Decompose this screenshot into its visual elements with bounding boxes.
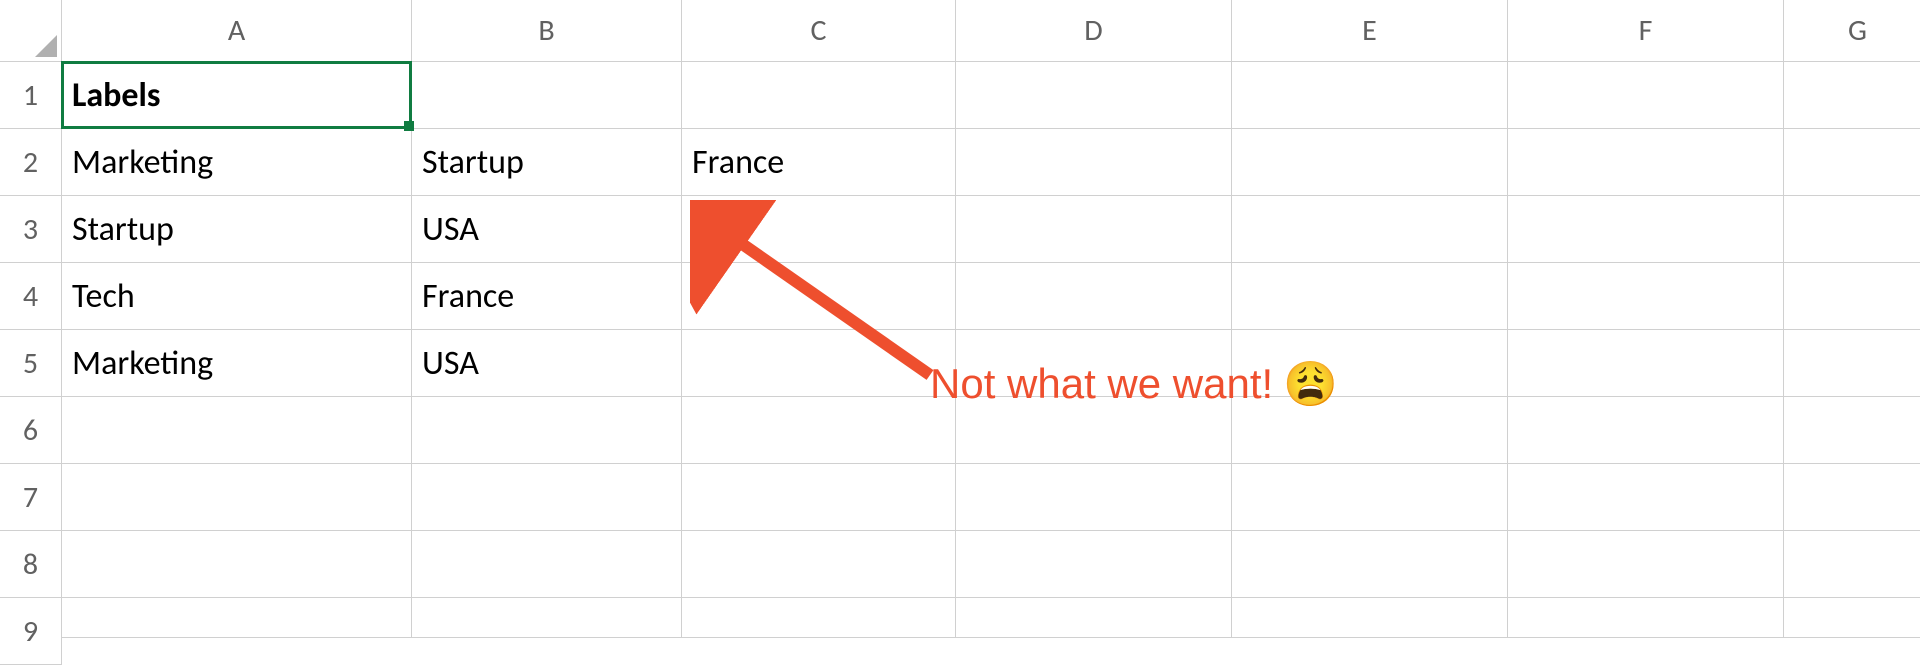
cell-e2[interactable] — [1232, 129, 1508, 196]
column-header-c[interactable]: C — [682, 0, 956, 62]
table-row: Startup USA — [62, 196, 1920, 263]
cell-d9[interactable] — [956, 598, 1232, 638]
cell-b1[interactable] — [412, 62, 682, 129]
cell-a7[interactable] — [62, 464, 412, 531]
cell-b4[interactable]: France — [412, 263, 682, 330]
cell-g2[interactable] — [1784, 129, 1920, 196]
cell-e9[interactable] — [1232, 598, 1508, 638]
cell-d7[interactable] — [956, 464, 1232, 531]
cell-e4[interactable] — [1232, 263, 1508, 330]
table-row: Marketing Startup France — [62, 129, 1920, 196]
cell-g9[interactable] — [1784, 598, 1920, 638]
row-header-6[interactable]: 6 — [0, 397, 62, 464]
row-headers: 1 2 3 4 5 6 7 8 9 — [0, 62, 62, 665]
cell-a3[interactable]: Startup — [62, 196, 412, 263]
cell-c7[interactable] — [682, 464, 956, 531]
select-all-corner[interactable] — [0, 0, 62, 62]
cell-g7[interactable] — [1784, 464, 1920, 531]
cell-g3[interactable] — [1784, 196, 1920, 263]
column-header-g[interactable]: G — [1784, 0, 1920, 62]
row-header-5[interactable]: 5 — [0, 330, 62, 397]
cell-e6[interactable] — [1232, 397, 1508, 464]
row-header-4[interactable]: 4 — [0, 263, 62, 330]
row-header-7[interactable]: 7 — [0, 464, 62, 531]
cell-c4[interactable] — [682, 263, 956, 330]
cell-b3[interactable]: USA — [412, 196, 682, 263]
cell-f5[interactable] — [1508, 330, 1784, 397]
column-header-b[interactable]: B — [412, 0, 682, 62]
cell-d4[interactable] — [956, 263, 1232, 330]
cell-b2[interactable]: Startup — [412, 129, 682, 196]
spreadsheet-grid: A B C D E F G 1 2 3 4 5 6 7 8 9 Labels M… — [0, 0, 1920, 672]
cell-c9[interactable] — [682, 598, 956, 638]
cell-f6[interactable] — [1508, 397, 1784, 464]
cell-c2[interactable]: France — [682, 129, 956, 196]
cell-a2[interactable]: Marketing — [62, 129, 412, 196]
cell-a6[interactable] — [62, 397, 412, 464]
row-header-1[interactable]: 1 — [0, 62, 62, 129]
cell-a8[interactable] — [62, 531, 412, 598]
table-row — [62, 531, 1920, 598]
cell-a4[interactable]: Tech — [62, 263, 412, 330]
cell-b9[interactable] — [412, 598, 682, 638]
cell-b7[interactable] — [412, 464, 682, 531]
cell-d1[interactable] — [956, 62, 1232, 129]
cell-c5[interactable] — [682, 330, 956, 397]
cell-e7[interactable] — [1232, 464, 1508, 531]
cell-e8[interactable] — [1232, 531, 1508, 598]
cell-f3[interactable] — [1508, 196, 1784, 263]
cell-g5[interactable] — [1784, 330, 1920, 397]
cell-b6[interactable] — [412, 397, 682, 464]
column-header-e[interactable]: E — [1232, 0, 1508, 62]
column-headers: A B C D E F G — [62, 0, 1920, 62]
cell-c1[interactable] — [682, 62, 956, 129]
cell-c3[interactable] — [682, 196, 956, 263]
cell-d5[interactable] — [956, 330, 1232, 397]
cell-f1[interactable] — [1508, 62, 1784, 129]
cell-g8[interactable] — [1784, 531, 1920, 598]
table-row: Marketing USA — [62, 330, 1920, 397]
select-all-triangle-icon — [35, 35, 57, 57]
column-header-f[interactable]: F — [1508, 0, 1784, 62]
column-header-a[interactable]: A — [62, 0, 412, 62]
cell-a5[interactable]: Marketing — [62, 330, 412, 397]
cell-g4[interactable] — [1784, 263, 1920, 330]
table-row — [62, 397, 1920, 464]
cell-e3[interactable] — [1232, 196, 1508, 263]
cell-b5[interactable]: USA — [412, 330, 682, 397]
cell-d2[interactable] — [956, 129, 1232, 196]
cell-a9[interactable] — [62, 598, 412, 638]
table-row — [62, 464, 1920, 531]
cell-c8[interactable] — [682, 531, 956, 598]
cell-d8[interactable] — [956, 531, 1232, 598]
table-row: Tech France — [62, 263, 1920, 330]
cell-f7[interactable] — [1508, 464, 1784, 531]
row-header-8[interactable]: 8 — [0, 531, 62, 598]
cell-g6[interactable] — [1784, 397, 1920, 464]
row-header-9[interactable]: 9 — [0, 598, 62, 665]
cell-f8[interactable] — [1508, 531, 1784, 598]
cell-b8[interactable] — [412, 531, 682, 598]
cell-a1[interactable]: Labels — [62, 62, 412, 129]
row-header-3[interactable]: 3 — [0, 196, 62, 263]
cell-e5[interactable] — [1232, 330, 1508, 397]
row-header-2[interactable]: 2 — [0, 129, 62, 196]
table-row: Labels — [62, 62, 1920, 129]
cell-c6[interactable] — [682, 397, 956, 464]
column-header-d[interactable]: D — [956, 0, 1232, 62]
cell-f4[interactable] — [1508, 263, 1784, 330]
cells-area: Labels Marketing Startup France Startup … — [62, 62, 1920, 638]
cell-g1[interactable] — [1784, 62, 1920, 129]
table-row — [62, 598, 1920, 638]
cell-f9[interactable] — [1508, 598, 1784, 638]
cell-f2[interactable] — [1508, 129, 1784, 196]
cell-e1[interactable] — [1232, 62, 1508, 129]
fill-handle[interactable] — [404, 121, 414, 131]
cell-d3[interactable] — [956, 196, 1232, 263]
cell-d6[interactable] — [956, 397, 1232, 464]
